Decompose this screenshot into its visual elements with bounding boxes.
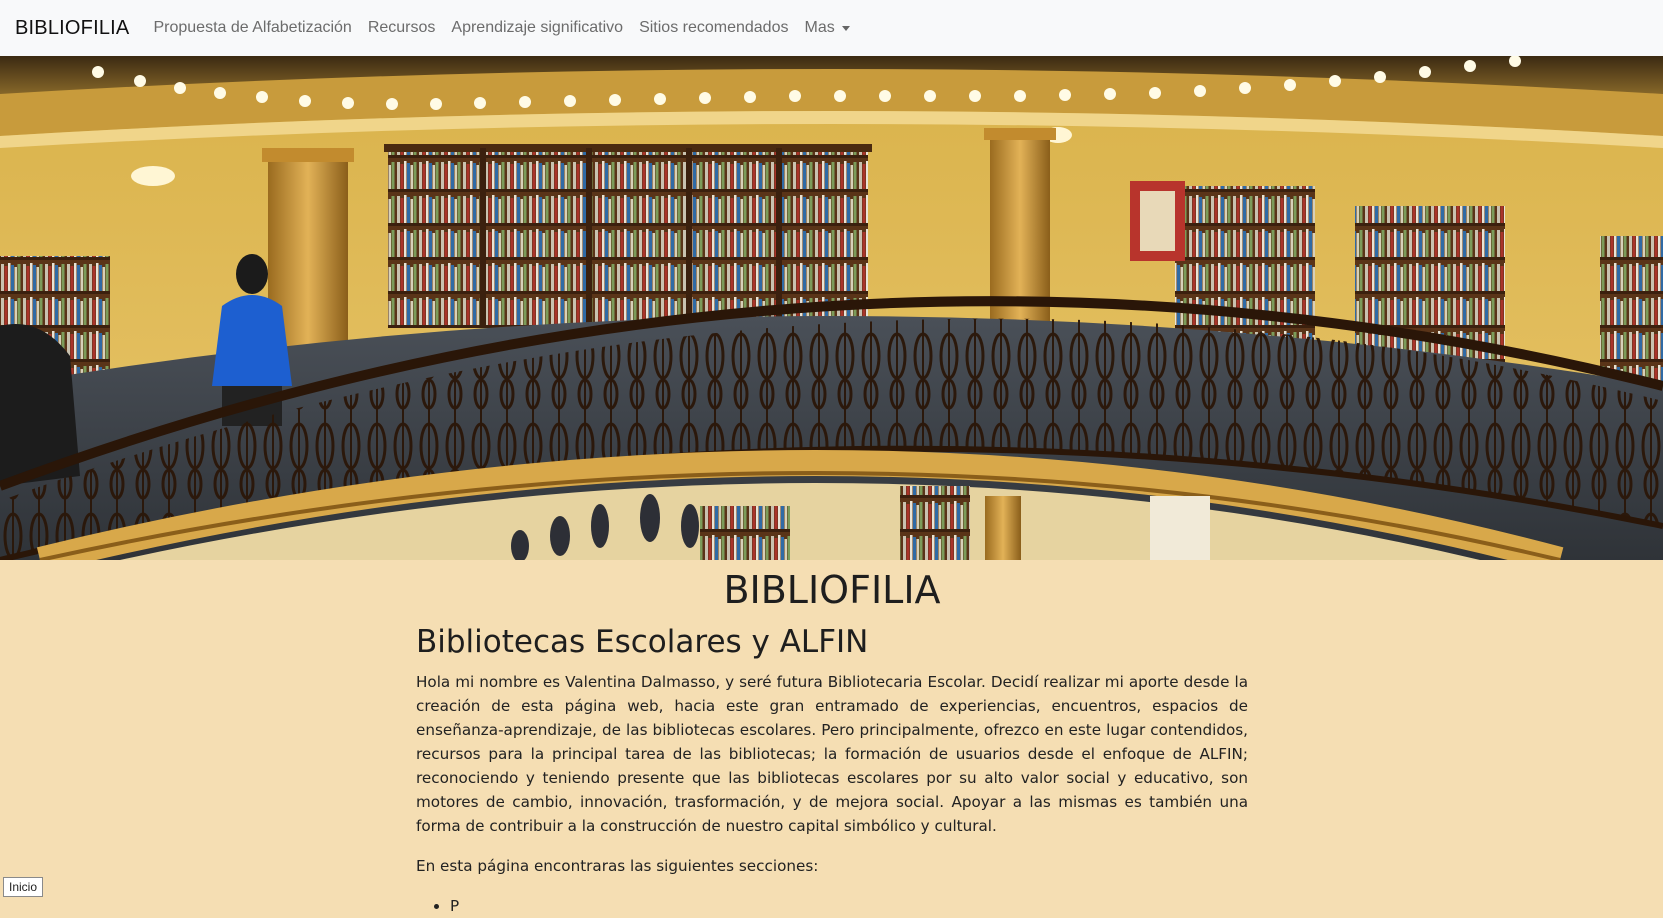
nav-item-mas-label: Mas (804, 19, 835, 36)
caret-down-icon (841, 25, 850, 31)
main-content: BIBLIOFILIA Bibliotecas Escolares y ALFI… (416, 560, 1248, 918)
intro-paragraph: Hola mi nombre es Valentina Dalmasso, y … (416, 673, 1248, 835)
sections-lead: En esta página encontraras las siguiente… (416, 857, 819, 875)
hero-illustration (0, 56, 1663, 560)
nav-item-mas-dropdown[interactable]: Mas (804, 19, 850, 37)
nav-item-propuesta[interactable]: Propuesta de Alfabetización (153, 19, 351, 37)
list-item: P (450, 894, 1248, 918)
page-title: BIBLIOFILIA (723, 568, 941, 612)
nav-item-sitios[interactable]: Sitios recomendados (639, 19, 788, 37)
navbar-brand[interactable]: BIBLIOFILIA (15, 17, 129, 40)
sections-list: P (416, 894, 1248, 918)
inicio-link[interactable]: Inicio (3, 877, 44, 897)
page-subtitle: Bibliotecas Escolares y ALFIN (416, 624, 869, 660)
top-navbar: BIBLIOFILIA Propuesta de Alfabetización … (0, 0, 1663, 56)
nav-item-recursos[interactable]: Recursos (368, 19, 436, 37)
nav-item-aprendizaje[interactable]: Aprendizaje significativo (451, 19, 623, 37)
hero-image (0, 56, 1663, 560)
